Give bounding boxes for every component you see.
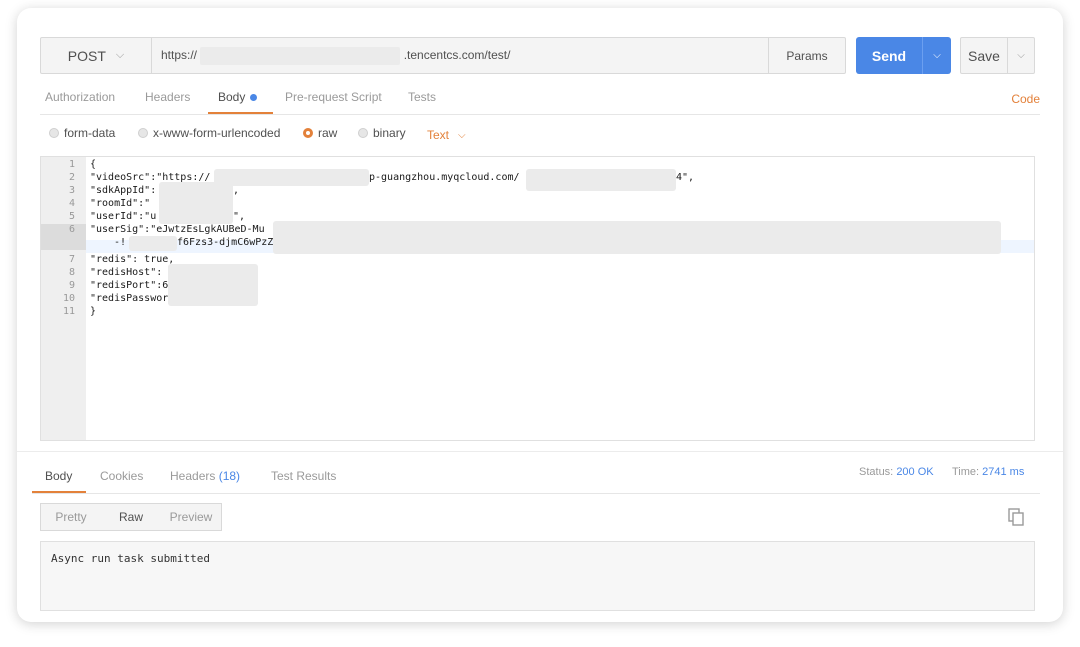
tab-body-label: Body	[218, 90, 246, 104]
line-number: 9	[68, 280, 75, 291]
line-number: 3	[68, 185, 75, 196]
send-button[interactable]: Send ⌵	[856, 37, 951, 74]
code-line: -!	[114, 237, 127, 248]
chevron-down-icon: ⌵	[115, 49, 125, 61]
save-dropdown-chevron-icon[interactable]: ⌵	[1007, 38, 1034, 73]
code-line: "userId":"u	[90, 211, 157, 222]
radio-selected-icon	[303, 128, 313, 138]
send-dropdown-chevron-icon[interactable]: ⌵	[922, 37, 951, 74]
time-value: 2741 ms	[982, 466, 1025, 478]
redacted-host	[200, 46, 401, 65]
headers-count: (18)	[218, 469, 241, 483]
redacted-region	[159, 182, 233, 224]
code-line: "sdkAppId":	[90, 185, 157, 196]
active-response-tab-underline	[32, 491, 86, 493]
url-prefix: https://	[161, 48, 198, 62]
request-body-editor[interactable]: 1 2 3 4 5 6 7 8 9 10 11 { "videoSrc":"ht…	[40, 156, 1035, 441]
response-body: Async run task submitted	[40, 541, 1035, 611]
line-number: 7	[68, 254, 75, 265]
modified-dot-icon	[250, 94, 258, 102]
line-number: 4	[68, 198, 75, 209]
code-line: f6Fzs3-djmC6wPzZ	[177, 237, 274, 248]
tab-authorization[interactable]: Authorization	[45, 90, 115, 104]
redacted-region	[526, 169, 676, 191]
code-line: "redisPort":6	[90, 280, 169, 291]
code-link[interactable]: Code	[1011, 92, 1040, 106]
line-number: 8	[68, 267, 75, 278]
view-preview[interactable]: Preview	[161, 504, 221, 530]
tab-body[interactable]: Body	[218, 90, 258, 104]
active-tab-underline	[208, 112, 273, 114]
response-divider	[17, 451, 1063, 452]
radio-raw[interactable]: raw	[303, 126, 337, 140]
code-line: }	[90, 306, 97, 317]
response-tab-headers[interactable]: Headers (18)	[170, 469, 240, 483]
radio-label: raw	[318, 126, 338, 140]
code-line: ,	[233, 185, 240, 196]
radio-circle-icon	[138, 128, 148, 138]
redacted-region	[214, 169, 369, 186]
radio-form-data[interactable]: form-data	[49, 126, 115, 140]
response-view-modes: Pretty Raw Preview	[40, 503, 222, 531]
redacted-region	[168, 264, 258, 306]
view-raw[interactable]: Raw	[101, 504, 161, 530]
postman-window: POST ⌵ https:// .tencentcs.com/test/ Par…	[17, 8, 1063, 622]
copy-icon[interactable]	[1007, 508, 1025, 526]
params-button[interactable]: Params	[768, 38, 845, 73]
line-number: 11	[62, 306, 75, 317]
radio-label: binary	[373, 126, 406, 140]
redacted-region	[129, 236, 177, 251]
response-tab-cookies[interactable]: Cookies	[100, 469, 143, 483]
status-label: Status:	[859, 466, 894, 478]
send-label: Send	[871, 47, 907, 64]
radio-circle-icon	[49, 128, 59, 138]
save-button[interactable]: Save ⌵	[960, 37, 1035, 74]
response-status: Status: 200 OK	[859, 466, 934, 478]
radio-circle-icon	[358, 128, 368, 138]
redacted-region	[273, 221, 1001, 254]
tab-pre-request-script[interactable]: Pre-request Script	[285, 90, 382, 104]
tab-headers[interactable]: Headers	[145, 90, 190, 104]
code-line: "redisPasswor	[90, 293, 169, 304]
response-time: Time: 2741 ms	[952, 466, 1024, 478]
status-value: 200 OK	[896, 466, 934, 478]
response-tab-test-results[interactable]: Test Results	[271, 469, 336, 483]
line-number: 10	[62, 293, 75, 304]
raw-format-label: Text	[427, 128, 450, 142]
code-line: "roomId":"	[90, 198, 151, 209]
code-line: "userSig":"eJwtzEsLgkAUBeD-Mu	[90, 224, 265, 235]
response-tab-headers-label: Headers	[170, 469, 216, 483]
line-number: 2	[68, 172, 75, 183]
line-number: 6	[41, 224, 86, 250]
line-number: 1	[68, 159, 75, 170]
tab-tests[interactable]: Tests	[408, 90, 436, 104]
radio-x-www-form-urlencoded[interactable]: x-www-form-urlencoded	[138, 126, 280, 140]
request-url-bar: POST ⌵ https:// .tencentcs.com/test/ Par…	[40, 37, 846, 74]
radio-label: x-www-form-urlencoded	[153, 126, 281, 140]
view-pretty[interactable]: Pretty	[41, 504, 101, 530]
response-body-text: Async run task submitted	[51, 552, 210, 565]
line-number: 5	[68, 211, 75, 222]
url-input[interactable]: https:// .tencentcs.com/test/	[161, 38, 510, 73]
radio-label: form-data	[64, 126, 116, 140]
request-tabs: Authorization Headers Body Pre-request S…	[40, 86, 1040, 115]
code-line: {	[90, 159, 97, 170]
code-line: "redis": true,	[90, 254, 175, 265]
raw-format-select[interactable]: Text ⌵	[427, 128, 466, 142]
save-label: Save	[968, 47, 1000, 64]
code-line: "redisHost":	[90, 267, 163, 278]
method-label: POST	[67, 47, 106, 64]
method-select[interactable]: POST ⌵	[41, 38, 152, 73]
radio-binary[interactable]: binary	[358, 126, 406, 140]
response-tabs: Body Cookies Headers (18) Test Results S…	[32, 463, 1040, 494]
code-line: 4",	[676, 172, 695, 183]
response-tab-body[interactable]: Body	[45, 469, 72, 483]
code-line: ",	[233, 211, 246, 222]
url-suffix: .tencentcs.com/test/	[403, 48, 511, 62]
params-label: Params	[786, 48, 828, 63]
time-label: Time:	[952, 466, 980, 478]
code-line: p-guangzhou.myqcloud.com/	[369, 172, 520, 183]
chevron-down-icon: ⌵	[458, 129, 466, 141]
